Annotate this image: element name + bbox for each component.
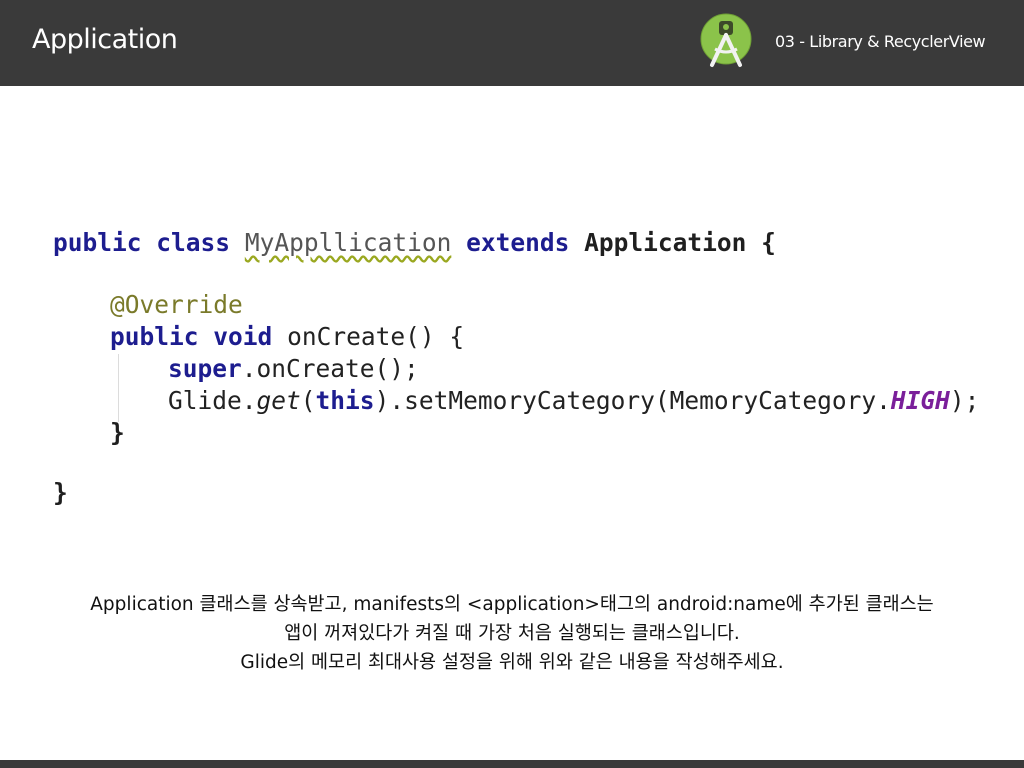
caption-line-2: 앱이 꺼져있다가 켜질 때 가장 처음 실행되는 클래스입니다. bbox=[284, 623, 740, 644]
section-label: 03 - Library & RecyclerView bbox=[775, 32, 986, 51]
code-line-annotation: @Override bbox=[110, 290, 243, 320]
caption-line-1: Application 클래스를 상속받고, manifests의 <appli… bbox=[90, 594, 934, 615]
method-signature: onCreate() { bbox=[287, 322, 465, 351]
keyword-this: this bbox=[315, 386, 375, 415]
slide-caption: Application 클래스를 상속받고, manifests의 <appli… bbox=[0, 590, 1024, 677]
code-line-glide-call: Glide.get(this).setMemoryCategory(Memory… bbox=[168, 386, 979, 416]
set-memory-category-call: ).setMemoryCategory(MemoryCategory. bbox=[374, 386, 891, 415]
code-line-method-close: } bbox=[110, 418, 125, 448]
call-end: ); bbox=[949, 386, 980, 415]
glide-get-method: get bbox=[256, 386, 301, 415]
code-line-class-declaration: public class MyAppllication extends Appl… bbox=[53, 228, 776, 258]
class-name: MyAppllication bbox=[244, 228, 452, 257]
paren-open: ( bbox=[300, 386, 316, 415]
code-line-class-close: } bbox=[53, 478, 68, 508]
code-screenshot: public class MyAppllication extends Appl… bbox=[53, 228, 983, 518]
slide-footer-bar bbox=[0, 760, 1024, 768]
code-line-method-declaration: public void onCreate() { bbox=[110, 322, 464, 352]
keyword-class: class bbox=[156, 228, 231, 257]
open-brace: { bbox=[761, 228, 776, 257]
slide-title: Application bbox=[32, 24, 178, 55]
code-line-super-call: super.onCreate(); bbox=[168, 354, 419, 384]
keyword-public: public bbox=[110, 322, 199, 351]
keyword-public: public bbox=[53, 228, 142, 257]
super-call-rest: .onCreate(); bbox=[241, 354, 419, 383]
android-studio-icon bbox=[700, 13, 752, 67]
parent-class-name: Application bbox=[584, 228, 747, 257]
class-close-brace: } bbox=[53, 478, 68, 507]
keyword-void: void bbox=[213, 322, 273, 351]
indent-guide bbox=[118, 354, 119, 422]
method-close-brace: } bbox=[110, 418, 125, 447]
keyword-extends: extends bbox=[466, 228, 570, 257]
override-annotation: @Override bbox=[110, 290, 243, 319]
keyword-super: super bbox=[168, 354, 242, 383]
memory-category-high: HIGH bbox=[890, 386, 950, 415]
slide-header: Application 03 - Library & RecyclerView bbox=[0, 0, 1024, 86]
caption-line-3: Glide의 메모리 최대사용 설정을 위해 위와 같은 내용을 작성해주세요. bbox=[240, 652, 784, 673]
glide-class: Glide. bbox=[168, 386, 257, 415]
